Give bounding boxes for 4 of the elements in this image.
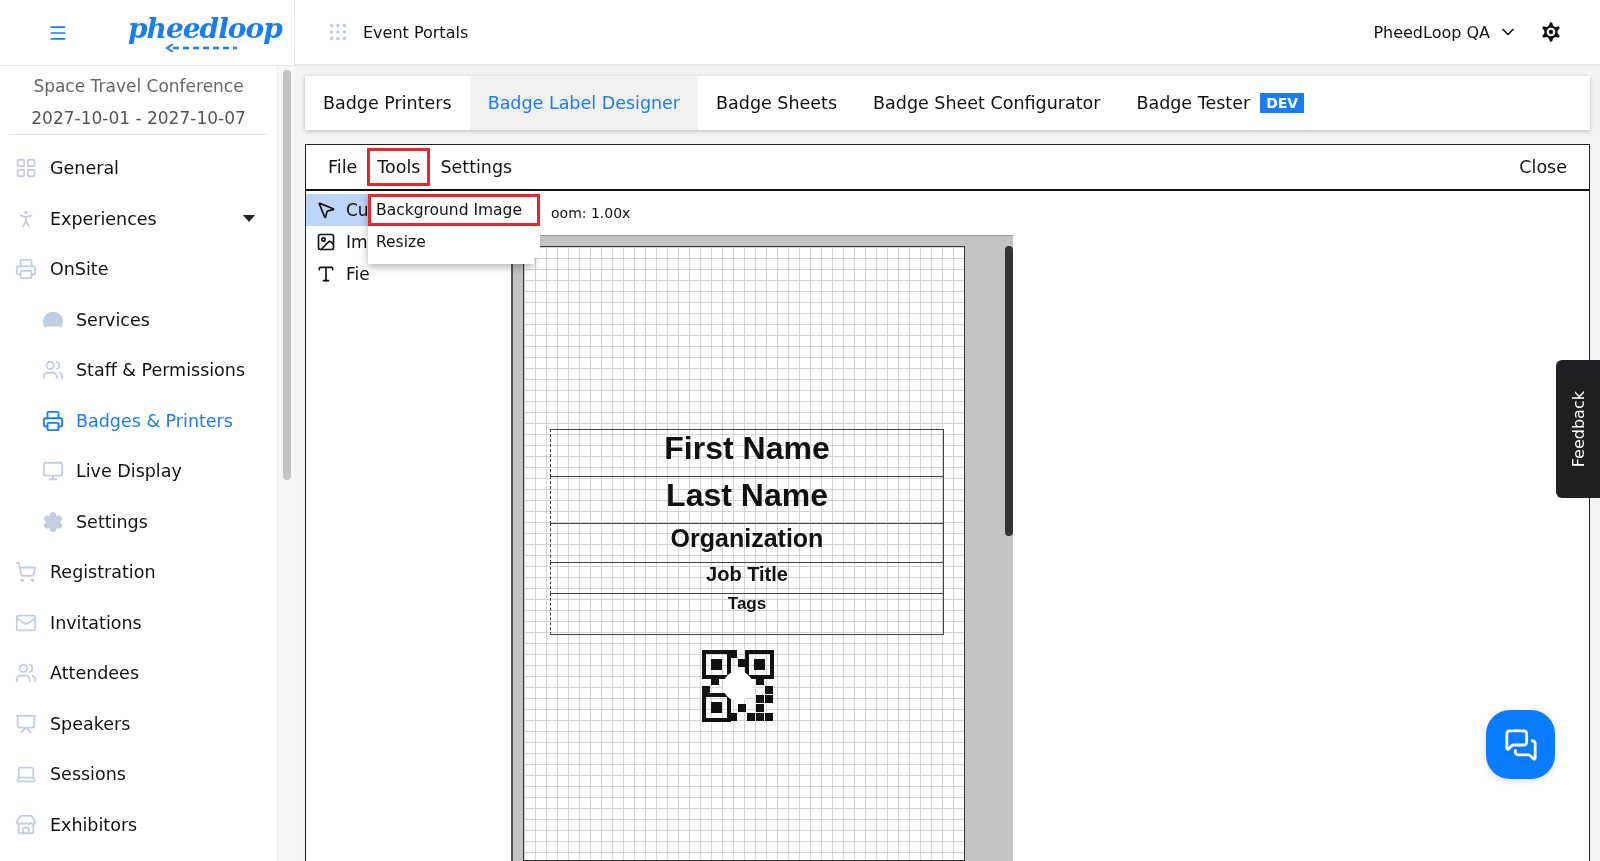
logo: pheedloop (128, 13, 282, 52)
event-name: Space Travel Conference (32, 76, 245, 96)
dev-badge: DEV (1260, 93, 1305, 113)
event-dates: 2027-10-01 - 2027-10-07 (10, 108, 268, 135)
